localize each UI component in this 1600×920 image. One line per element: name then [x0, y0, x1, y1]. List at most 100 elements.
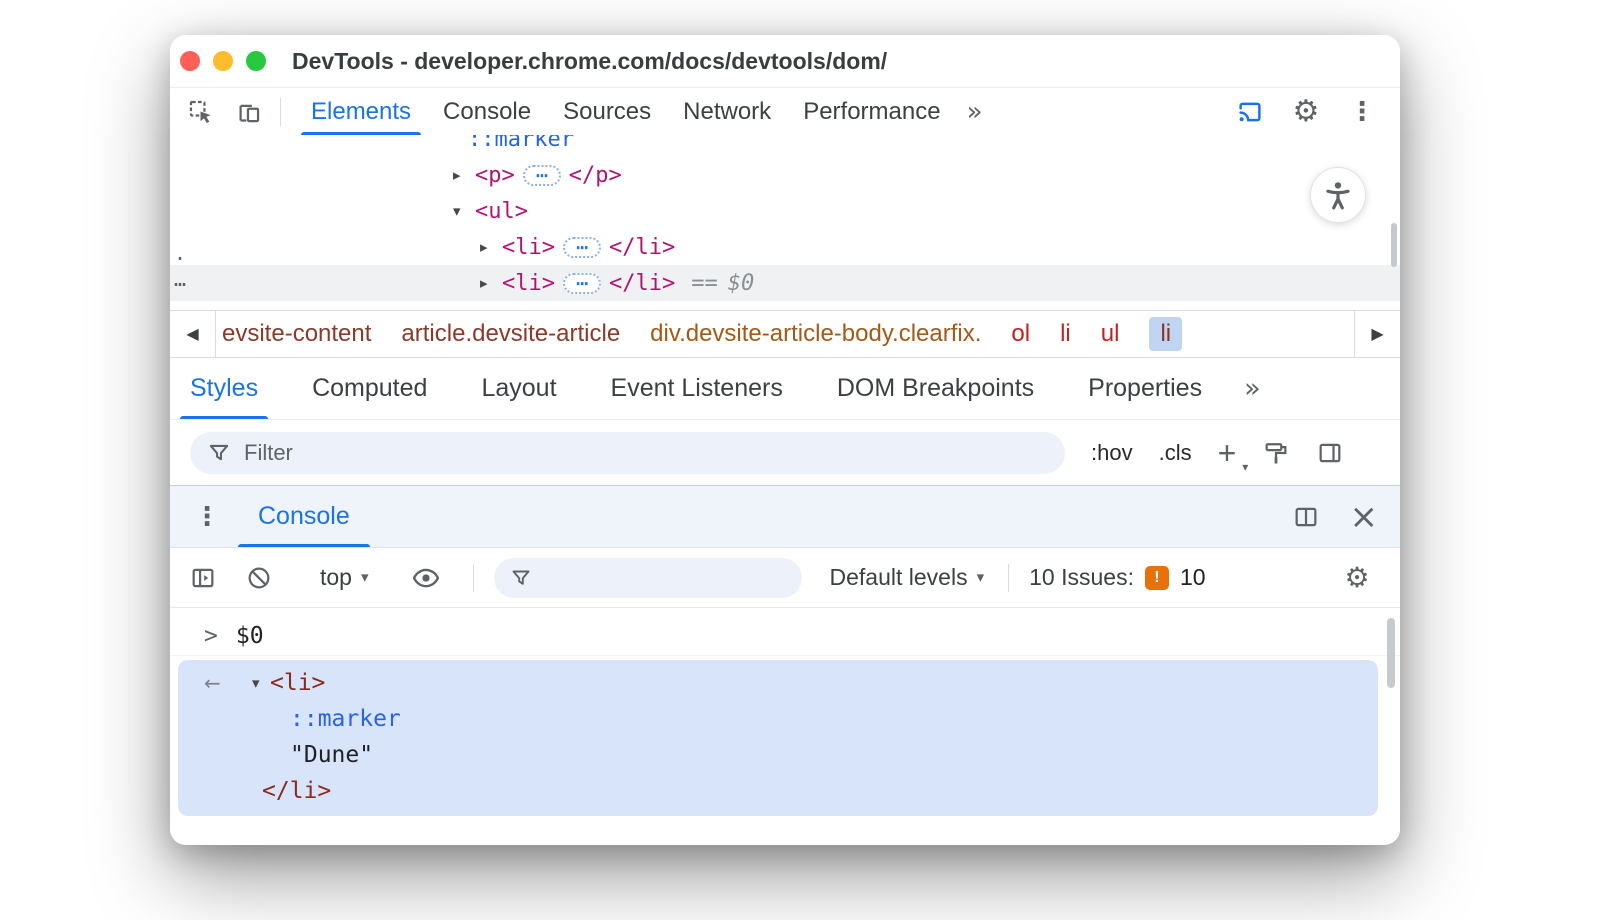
dom-breadcrumbs: ◀ evsite-content article.devsite-article…: [170, 310, 1400, 358]
tab-event-listeners[interactable]: Event Listeners: [611, 358, 783, 419]
drawer-menu-icon[interactable]: ⋮: [194, 504, 220, 530]
close-window-button[interactable]: [180, 51, 200, 71]
show-console-sidebar-button[interactable]: [186, 561, 220, 595]
element-classes-button[interactable]: .cls: [1159, 440, 1192, 466]
toolbar-divider: [1008, 564, 1009, 592]
pseudo-element-token: ::marker: [290, 706, 401, 732]
tab-sources[interactable]: Sources: [547, 88, 667, 135]
twisty-collapsed-icon[interactable]: ▸: [480, 274, 502, 292]
console-settings-button[interactable]: ⚙: [1340, 561, 1374, 595]
breadcrumb-item[interactable]: ul: [1101, 320, 1120, 348]
elements-scrollbar[interactable]: [1391, 223, 1397, 267]
inline-expand-button[interactable]: ⋯: [563, 273, 601, 294]
devtools-window: DevTools - developer.chrome.com/docs/dev…: [170, 35, 1400, 845]
window-title: DevTools - developer.chrome.com/docs/dev…: [292, 48, 887, 75]
tab-computed[interactable]: Computed: [312, 358, 427, 419]
twisty-collapsed-icon[interactable]: ▸: [453, 166, 475, 184]
accessibility-person-icon: [1322, 179, 1354, 211]
breadcrumb-item[interactable]: li: [1060, 320, 1071, 348]
breadcrumb-back-button[interactable]: ◀: [170, 311, 216, 357]
cast-button[interactable]: [1232, 94, 1268, 130]
console-filter-field[interactable]: [494, 558, 802, 598]
console-messages: > $0 ← ▾ <li> ::marker "Dune" </li>: [170, 608, 1400, 845]
chevron-more-icon: »: [1244, 373, 1261, 404]
tab-performance[interactable]: Performance: [787, 88, 956, 135]
console-scrollbar[interactable]: [1387, 618, 1395, 688]
drawer-header-icons: ×: [1292, 500, 1379, 534]
filter-funnel-icon: [206, 440, 232, 466]
tab-properties[interactable]: Properties: [1088, 358, 1202, 419]
toggle-device-toolbar-button[interactable]: [230, 94, 266, 130]
twisty-collapsed-icon[interactable]: ▸: [480, 238, 502, 256]
cast-icon: [1235, 97, 1265, 127]
tab-layout[interactable]: Layout: [481, 358, 556, 419]
clear-console-button[interactable]: [242, 561, 276, 595]
zoom-window-button[interactable]: [246, 51, 266, 71]
console-command-text: $0: [236, 623, 264, 649]
log-levels-dropdown[interactable]: Default levels ▾: [830, 564, 985, 591]
inspect-icon: [187, 98, 214, 125]
tab-elements[interactable]: Elements: [295, 88, 427, 135]
tab-console[interactable]: Console: [427, 88, 547, 135]
styles-filter-input[interactable]: [244, 440, 1065, 466]
new-style-rule-button[interactable]: + ▾: [1218, 437, 1237, 469]
breadcrumb-item[interactable]: evsite-content: [222, 320, 371, 348]
more-tabs-button[interactable]: »: [1244, 375, 1261, 402]
inline-expand-button[interactable]: ⋯: [563, 237, 601, 258]
split-panel-button[interactable]: [1292, 503, 1320, 531]
dollar-zero-token: $0: [728, 271, 755, 296]
split-panel-icon: [1292, 503, 1320, 531]
more-panels-button[interactable]: »: [957, 88, 993, 135]
twisty-expanded-icon[interactable]: ▾: [453, 202, 475, 220]
dom-node-li-first[interactable]: ▸ <li> ⋯ </li>: [170, 229, 1400, 265]
dom-node-li-selected[interactable]: ▸ <li> ⋯ </li> == $0: [170, 265, 1400, 301]
dom-node-ul[interactable]: ▾ <ul>: [170, 193, 1400, 229]
breadcrumb-forward-button[interactable]: ▶: [1354, 311, 1400, 357]
inline-expand-button[interactable]: ⋯: [523, 165, 561, 186]
console-filter-input[interactable]: [543, 565, 802, 591]
tab-network[interactable]: Network: [667, 88, 787, 135]
console-hint: == $0: [691, 271, 754, 296]
styles-tabbar: Styles Computed Layout Event Listeners D…: [170, 358, 1400, 420]
breadcrumb-item[interactable]: div.devsite-article-body.clearfix.: [650, 320, 981, 348]
dom-node-marker-clipped[interactable]: ::marker: [170, 135, 1400, 157]
chevron-right-icon: ▶: [1371, 326, 1383, 342]
minimize-window-button[interactable]: [213, 51, 233, 71]
close-tag-token: </li>: [609, 235, 675, 260]
breadcrumb-item[interactable]: ol: [1011, 320, 1030, 348]
styles-filter-field[interactable]: [190, 432, 1065, 474]
tab-dom-breakpoints[interactable]: DOM Breakpoints: [837, 358, 1034, 419]
rendering-emulation-button[interactable]: [1262, 439, 1290, 467]
paint-roller-icon: [1262, 439, 1290, 467]
twisty-expanded-icon[interactable]: ▾: [252, 674, 270, 692]
breadcrumb-item-selected[interactable]: li: [1149, 317, 1182, 351]
drawer-tab-console[interactable]: Console: [236, 486, 372, 547]
window-titlebar: DevTools - developer.chrome.com/docs/dev…: [170, 35, 1400, 88]
dom-node-p[interactable]: ▸ <p> ⋯ </p>: [170, 157, 1400, 193]
execution-context-selector[interactable]: top ▾: [320, 564, 369, 591]
customize-devtools-button[interactable]: ⋮: [1344, 94, 1380, 130]
settings-button[interactable]: ⚙: [1288, 94, 1324, 130]
dropdown-caret-icon: ▾: [361, 570, 369, 585]
create-live-expression-button[interactable]: [409, 561, 443, 595]
issues-icon: !: [1145, 566, 1169, 590]
console-drawer-header: ⋮ Console ×: [170, 485, 1400, 548]
accessibility-overlay-button[interactable]: [1310, 167, 1366, 223]
console-result-block[interactable]: ← ▾ <li> ::marker "Dune" </li>: [178, 660, 1378, 816]
toggle-sidebar-button[interactable]: [1316, 439, 1344, 467]
console-toolbar: top ▾ Default levels ▾ 10 Issues: ! 10: [170, 548, 1400, 608]
devtools-main-toolbar: Elements Console Sources Network Perform…: [170, 88, 1400, 135]
inspect-element-button[interactable]: [182, 94, 218, 130]
prompt-chevron-icon: >: [204, 623, 218, 649]
toggle-element-state-button[interactable]: :hov: [1091, 440, 1133, 466]
dock-sidebar-icon: [1316, 439, 1344, 467]
dropdown-caret-icon: ▾: [977, 570, 985, 585]
breadcrumb: evsite-content article.devsite-article d…: [216, 317, 1182, 351]
breadcrumb-item[interactable]: article.devsite-article: [401, 320, 620, 348]
chevron-left-icon: ◀: [186, 326, 198, 342]
issues-counter[interactable]: 10 Issues: ! 10: [1029, 564, 1205, 591]
close-drawer-button[interactable]: ×: [1350, 500, 1379, 534]
result-row-text: "Dune": [178, 737, 1378, 773]
tab-styles[interactable]: Styles: [190, 358, 258, 419]
gear-icon: ⚙: [1293, 97, 1320, 127]
